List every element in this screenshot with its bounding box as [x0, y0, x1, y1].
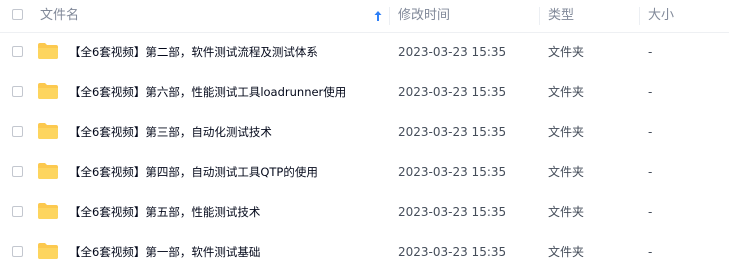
- column-header-size[interactable]: 大小: [648, 8, 674, 24]
- file-name-link[interactable]: 【全6套视频】第四部，自动测试工具QTP的使用: [69, 163, 318, 181]
- folder-icon: [38, 83, 58, 99]
- column-header-type[interactable]: 类型: [548, 8, 574, 24]
- row-checkbox[interactable]: [12, 246, 23, 257]
- file-name-link[interactable]: 【全6套视频】第二部，软件测试流程及测试体系: [69, 43, 318, 61]
- file-row[interactable]: 【全6套视频】第三部，自动化测试技术 2023-03-23 15:35 文件夹 …: [0, 113, 729, 153]
- file-list: 文件名 修改时间 类型 大小 【全6套视频】第二部，软件测试流程及测试体系 20…: [0, 0, 729, 275]
- file-row[interactable]: 【全6套视频】第六部，性能测试工具loadrunner使用 2023-03-23…: [0, 73, 729, 113]
- file-type: 文件夹: [548, 165, 585, 179]
- file-size: -: [648, 205, 653, 219]
- folder-icon: [38, 243, 58, 259]
- file-name-link[interactable]: 【全6套视频】第三部，自动化测试技术: [69, 123, 272, 141]
- modified-time: 2023-03-23 15:35: [398, 45, 507, 59]
- row-checkbox[interactable]: [12, 206, 23, 217]
- row-checkbox[interactable]: [12, 46, 23, 57]
- row-checkbox[interactable]: [12, 166, 23, 177]
- modified-time: 2023-03-23 15:35: [398, 125, 507, 139]
- file-row[interactable]: 【全6套视频】第五部，性能测试技术 2023-03-23 15:35 文件夹 -: [0, 193, 729, 233]
- file-size: -: [648, 45, 653, 59]
- column-divider[interactable]: [539, 7, 540, 25]
- column-divider[interactable]: [389, 7, 390, 25]
- file-size: -: [648, 85, 653, 99]
- file-type: 文件夹: [548, 85, 585, 99]
- modified-time: 2023-03-23 15:35: [398, 165, 507, 179]
- row-checkbox[interactable]: [12, 126, 23, 137]
- column-divider[interactable]: [639, 7, 640, 25]
- file-type: 文件夹: [548, 45, 585, 59]
- modified-time: 2023-03-23 15:35: [398, 205, 507, 219]
- file-name-link[interactable]: 【全6套视频】第五部，性能测试技术: [69, 203, 260, 221]
- file-size: -: [648, 165, 653, 179]
- folder-icon: [38, 163, 58, 179]
- file-type: 文件夹: [548, 125, 585, 139]
- file-name-link[interactable]: 【全6套视频】第六部，性能测试工具loadrunner使用: [69, 83, 346, 101]
- folder-icon: [38, 43, 58, 59]
- file-name-link[interactable]: 【全6套视频】第一部，软件测试基础: [69, 243, 260, 261]
- folder-icon: [38, 203, 58, 219]
- column-header-name[interactable]: 文件名: [40, 8, 79, 24]
- file-row[interactable]: 【全6套视频】第一部，软件测试基础 2023-03-23 15:35 文件夹 -: [0, 233, 729, 273]
- file-row[interactable]: 【全6套视频】第二部，软件测试流程及测试体系 2023-03-23 15:35 …: [0, 33, 729, 73]
- column-header-modified[interactable]: 修改时间: [398, 8, 450, 24]
- select-all-checkbox[interactable]: [12, 9, 23, 20]
- file-type: 文件夹: [548, 245, 585, 259]
- file-size: -: [648, 245, 653, 259]
- modified-time: 2023-03-23 15:35: [398, 85, 507, 99]
- row-checkbox[interactable]: [12, 86, 23, 97]
- sort-ascending-arrow-icon[interactable]: [374, 10, 382, 22]
- modified-time: 2023-03-23 15:35: [398, 245, 507, 259]
- file-type: 文件夹: [548, 205, 585, 219]
- folder-icon: [38, 123, 58, 139]
- file-list-header: 文件名 修改时间 类型 大小: [0, 0, 729, 33]
- file-size: -: [648, 125, 653, 139]
- file-row[interactable]: 【全6套视频】第四部，自动测试工具QTP的使用 2023-03-23 15:35…: [0, 153, 729, 193]
